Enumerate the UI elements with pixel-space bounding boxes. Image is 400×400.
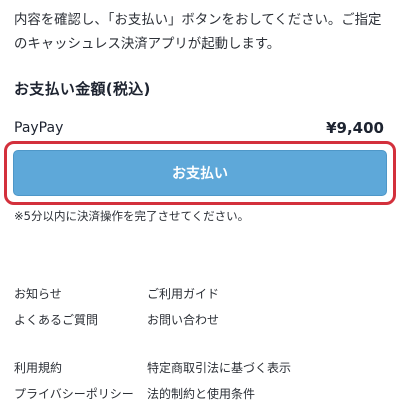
- footer-row: 利用規約 特定商取引法に基づく表示: [14, 354, 394, 380]
- contact-link[interactable]: お問い合わせ: [147, 311, 219, 328]
- instruction-text: 内容を確認し、「お支払い」ボタンをおしてください。ご指定 のキャッシュレス決済ア…: [14, 9, 394, 57]
- footer-row: お知らせ ご利用ガイド: [14, 280, 394, 306]
- pay-button[interactable]: お支払い: [13, 150, 387, 196]
- news-link[interactable]: お知らせ: [14, 285, 147, 302]
- instruction-line-1: 内容を確認し、「お支払い」ボタンをおしてください。ご指定: [14, 13, 382, 28]
- privacy-policy-link[interactable]: プライバシーポリシー: [14, 385, 147, 400]
- legal-terms-link[interactable]: 法的制約と使用条件: [147, 385, 255, 400]
- faq-link[interactable]: よくあるご質問: [14, 311, 147, 328]
- footer-row: プライバシーポリシー 法的制約と使用条件: [14, 380, 394, 400]
- commercial-transactions-link[interactable]: 特定商取引法に基づく表示: [147, 359, 291, 376]
- payment-amount-heading: お支払い金額(税込): [14, 80, 151, 98]
- payment-summary-row: PayPay ¥9,400: [14, 118, 384, 138]
- time-limit-notice: ※5分以内に決済操作を完了させてください。: [14, 209, 250, 223]
- footer-row: よくあるご質問 お問い合わせ: [14, 306, 394, 332]
- footer-links: お知らせ ご利用ガイド よくあるご質問 お問い合わせ 利用規約 特定商取引法に基…: [14, 280, 394, 400]
- usage-guide-link[interactable]: ご利用ガイド: [147, 285, 219, 302]
- payment-amount-value: ¥9,400: [326, 119, 384, 137]
- payment-method-label: PayPay: [14, 120, 64, 136]
- terms-link[interactable]: 利用規約: [14, 359, 147, 376]
- payment-confirmation-page: 内容を確認し、「お支払い」ボタンをおしてください。ご指定 のキャッシュレス決済ア…: [0, 0, 400, 400]
- instruction-line-2: のキャッシュレス決済アプリが起動します。: [14, 37, 281, 52]
